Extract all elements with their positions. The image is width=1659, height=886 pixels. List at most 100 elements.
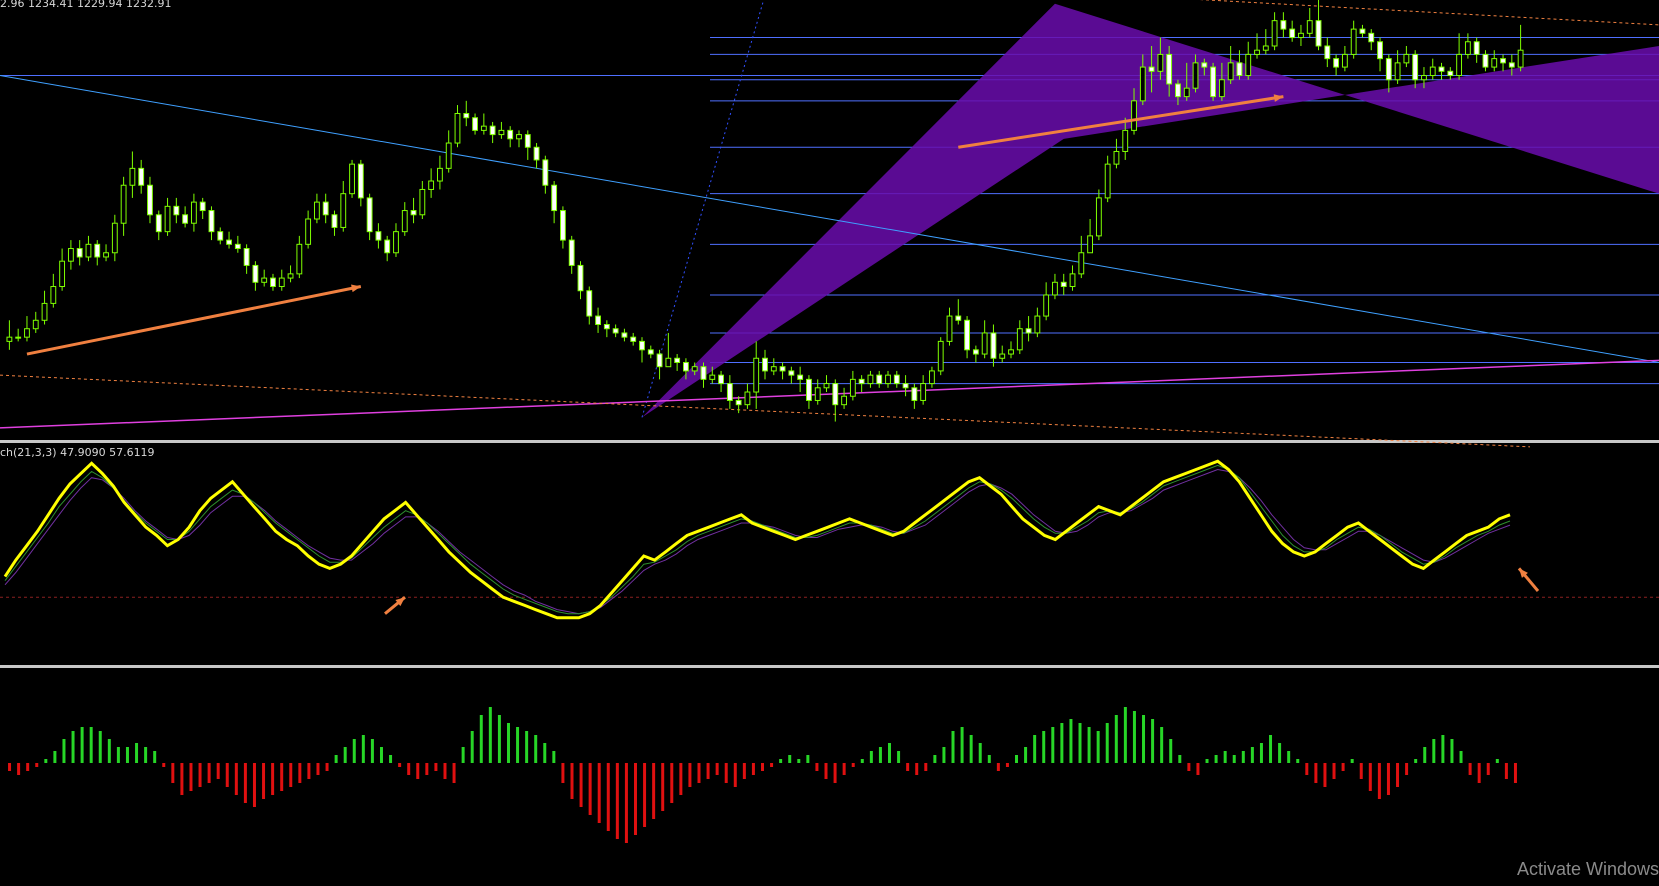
candle-body: [1254, 49, 1260, 55]
candle-body: [1016, 328, 1023, 351]
candle-body: [1491, 58, 1498, 68]
candle-body: [147, 184, 153, 216]
candle-body: [814, 387, 821, 401]
candle-body: [1201, 62, 1208, 68]
fibonacci-fan-zone: [641, 3, 1659, 418]
chart-canvas[interactable]: [0, 0, 1659, 886]
candle-body: [744, 391, 751, 406]
candle-body: [1218, 79, 1225, 98]
candle-body: [1060, 281, 1067, 288]
candle-body: [770, 366, 777, 372]
candle-body: [709, 374, 716, 380]
price-arrow-left: [26, 285, 362, 356]
candle-body: [15, 336, 22, 339]
candle-body: [595, 315, 601, 325]
candle-body: [1280, 20, 1287, 30]
candle-body: [226, 239, 232, 245]
candle-body: [630, 336, 637, 342]
candle-body: [190, 201, 197, 224]
candle-body: [1394, 62, 1401, 81]
candle-body: [6, 336, 13, 342]
candle-body: [1421, 75, 1427, 81]
channel-dashed-line: [0, 374, 1531, 448]
candle-body: [524, 134, 531, 148]
candle-body: [885, 374, 891, 385]
candle-body: [313, 201, 320, 220]
candle-body: [357, 163, 364, 199]
candle-body: [138, 167, 145, 186]
candle-body: [1447, 70, 1454, 77]
candle-body: [1157, 53, 1164, 72]
candle-body: [647, 349, 654, 355]
candle-body: [243, 248, 250, 266]
candle-body: [972, 349, 979, 355]
candle-body: [1473, 41, 1480, 55]
candle-body: [182, 214, 189, 224]
candle-body: [480, 125, 487, 131]
candle-body: [1236, 62, 1243, 77]
candle-body: [1069, 273, 1076, 288]
candle-body: [1113, 150, 1120, 165]
candle-body: [111, 222, 118, 254]
candle-body: [252, 264, 259, 283]
candle-body: [568, 239, 575, 266]
candle-body: [841, 395, 847, 406]
candle-body: [1359, 28, 1366, 34]
candle-body: [1122, 129, 1129, 152]
candle-body: [999, 353, 1006, 359]
candle-body: [129, 167, 136, 186]
candle-body: [753, 357, 760, 393]
candle-body: [674, 357, 681, 363]
candle-body: [718, 374, 724, 385]
candle-body: [384, 239, 391, 254]
candle-body: [67, 248, 74, 262]
candle-body: [639, 340, 645, 351]
pane-separator: [0, 665, 1659, 668]
candle-body: [1131, 100, 1137, 131]
candle-body: [1210, 66, 1217, 98]
candle-body: [1500, 58, 1506, 64]
candle-body: [902, 383, 909, 389]
candle-body: [1341, 53, 1348, 68]
candle-body: [621, 332, 628, 338]
candle-body: [85, 243, 92, 258]
candle-body: [305, 218, 312, 245]
candle-body: [331, 214, 338, 228]
candle-body: [463, 113, 470, 119]
candle-body: [683, 361, 689, 372]
candle-body: [410, 210, 417, 216]
candle-body: [1482, 53, 1489, 68]
candle-body: [41, 302, 48, 321]
candle-body: [920, 383, 927, 401]
channel-lower-line: [0, 359, 1659, 429]
candle-body: [788, 370, 795, 376]
candle-body: [656, 353, 663, 368]
candle-body: [164, 205, 171, 233]
candle-body: [155, 214, 162, 233]
candle-body: [867, 374, 874, 385]
candle-body: [551, 184, 558, 212]
candle-body: [876, 374, 883, 385]
candle-body: [1429, 66, 1436, 77]
candle-body: [665, 357, 672, 368]
candle-body: [340, 193, 347, 228]
candle-body: [489, 125, 496, 136]
candle-body: [946, 315, 953, 342]
candle-body: [893, 374, 900, 385]
candle-body: [278, 277, 285, 288]
candle-body: [1183, 87, 1190, 98]
candle-body: [955, 315, 962, 321]
candle-body: [990, 332, 997, 359]
candle-body: [806, 378, 812, 401]
candle-body: [577, 264, 584, 292]
candle-body: [929, 370, 935, 385]
candle-body: [603, 324, 610, 330]
candle-body: [1078, 252, 1085, 275]
channel-dashed-line: [1199, 0, 1659, 26]
candle-body: [419, 188, 426, 216]
candle-body: [1192, 62, 1199, 89]
candle-body: [1464, 41, 1471, 55]
candle-body: [173, 205, 180, 216]
candle-body: [1456, 53, 1463, 77]
candle-body: [103, 252, 109, 258]
